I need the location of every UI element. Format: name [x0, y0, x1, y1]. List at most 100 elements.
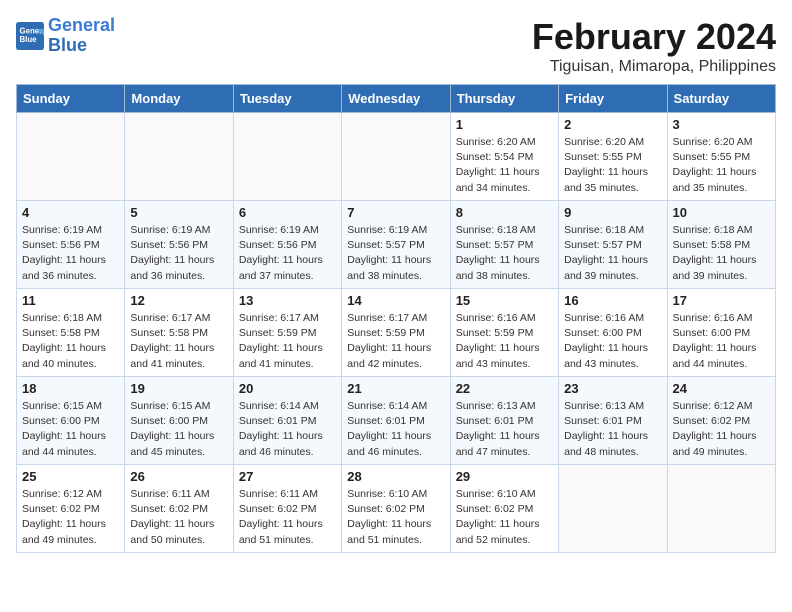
calendar-cell: 17 Sunrise: 6:16 AMSunset: 6:00 PMDayligh… [667, 289, 775, 377]
day-info: Sunrise: 6:12 AMSunset: 6:02 PMDaylight:… [22, 487, 119, 548]
day-info: Sunrise: 6:18 AMSunset: 5:57 PMDaylight:… [456, 223, 553, 284]
calendar-cell: 24 Sunrise: 6:12 AMSunset: 6:02 PMDayligh… [667, 377, 775, 465]
day-number: 13 [239, 293, 336, 308]
day-header-tuesday: Tuesday [233, 85, 341, 113]
calendar-cell [667, 465, 775, 553]
logo-text: General Blue [48, 16, 115, 56]
calendar-cell: 12 Sunrise: 6:17 AMSunset: 5:58 PMDayligh… [125, 289, 233, 377]
calendar-cell: 5 Sunrise: 6:19 AMSunset: 5:56 PMDaylight… [125, 201, 233, 289]
day-number: 4 [22, 205, 119, 220]
day-header-wednesday: Wednesday [342, 85, 450, 113]
day-number: 3 [673, 117, 770, 132]
calendar-cell: 18 Sunrise: 6:15 AMSunset: 6:00 PMDayligh… [17, 377, 125, 465]
calendar-cell [125, 113, 233, 201]
calendar-cell: 11 Sunrise: 6:18 AMSunset: 5:58 PMDayligh… [17, 289, 125, 377]
day-number: 11 [22, 293, 119, 308]
calendar-cell [233, 113, 341, 201]
calendar-cell: 19 Sunrise: 6:15 AMSunset: 6:00 PMDayligh… [125, 377, 233, 465]
svg-text:Blue: Blue [20, 35, 38, 44]
day-number: 29 [456, 469, 553, 484]
calendar-cell: 28 Sunrise: 6:10 AMSunset: 6:02 PMDayligh… [342, 465, 450, 553]
calendar-cell: 2 Sunrise: 6:20 AMSunset: 5:55 PMDaylight… [559, 113, 667, 201]
day-number: 2 [564, 117, 661, 132]
day-info: Sunrise: 6:10 AMSunset: 6:02 PMDaylight:… [456, 487, 553, 548]
day-info: Sunrise: 6:17 AMSunset: 5:58 PMDaylight:… [130, 311, 227, 372]
day-info: Sunrise: 6:20 AMSunset: 5:54 PMDaylight:… [456, 135, 553, 196]
calendar-cell [342, 113, 450, 201]
day-info: Sunrise: 6:16 AMSunset: 6:00 PMDaylight:… [673, 311, 770, 372]
calendar-cell [559, 465, 667, 553]
calendar-cell: 29 Sunrise: 6:10 AMSunset: 6:02 PMDayligh… [450, 465, 558, 553]
day-info: Sunrise: 6:16 AMSunset: 5:59 PMDaylight:… [456, 311, 553, 372]
day-header-sunday: Sunday [17, 85, 125, 113]
calendar-cell: 13 Sunrise: 6:17 AMSunset: 5:59 PMDayligh… [233, 289, 341, 377]
day-number: 9 [564, 205, 661, 220]
title-area: February 2024 Tiguisan, Mimaropa, Philip… [532, 16, 776, 76]
day-number: 17 [673, 293, 770, 308]
calendar-cell: 21 Sunrise: 6:14 AMSunset: 6:01 PMDayligh… [342, 377, 450, 465]
day-info: Sunrise: 6:12 AMSunset: 6:02 PMDaylight:… [673, 399, 770, 460]
day-info: Sunrise: 6:14 AMSunset: 6:01 PMDaylight:… [347, 399, 444, 460]
day-number: 21 [347, 381, 444, 396]
day-info: Sunrise: 6:19 AMSunset: 5:56 PMDaylight:… [130, 223, 227, 284]
day-header-monday: Monday [125, 85, 233, 113]
day-number: 12 [130, 293, 227, 308]
calendar-title: February 2024 [532, 16, 776, 58]
day-number: 19 [130, 381, 227, 396]
calendar-cell: 23Sunrise: 6:13 AMSunset: 6:01 PMDayligh… [559, 377, 667, 465]
day-number: 8 [456, 205, 553, 220]
day-header-friday: Friday [559, 85, 667, 113]
calendar-cell: 25 Sunrise: 6:12 AMSunset: 6:02 PMDayligh… [17, 465, 125, 553]
day-header-saturday: Saturday [667, 85, 775, 113]
calendar-cell: 27Sunrise: 6:11 AMSunset: 6:02 PMDayligh… [233, 465, 341, 553]
day-info: Sunrise: 6:13 AMSunset: 6:01 PMDaylight:… [564, 399, 661, 460]
day-number: 6 [239, 205, 336, 220]
calendar-cell: 26 Sunrise: 6:11 AMSunset: 6:02 PMDayligh… [125, 465, 233, 553]
day-info: Sunrise: 6:20 AMSunset: 5:55 PMDaylight:… [564, 135, 661, 196]
day-number: 26 [130, 469, 227, 484]
day-info: Sunrise: 6:15 AMSunset: 6:00 PMDaylight:… [22, 399, 119, 460]
day-number: 14 [347, 293, 444, 308]
logo-icon: General Blue [16, 22, 44, 50]
day-number: 1 [456, 117, 553, 132]
day-info: Sunrise: 6:20 AMSunset: 5:55 PMDaylight:… [673, 135, 770, 196]
day-info: Sunrise: 6:19 AMSunset: 5:57 PMDaylight:… [347, 223, 444, 284]
day-number: 20 [239, 381, 336, 396]
day-info: Sunrise: 6:10 AMSunset: 6:02 PMDaylight:… [347, 487, 444, 548]
calendar-subtitle: Tiguisan, Mimaropa, Philippines [532, 58, 776, 76]
day-number: 16 [564, 293, 661, 308]
day-info: Sunrise: 6:11 AMSunset: 6:02 PMDaylight:… [130, 487, 227, 548]
day-info: Sunrise: 6:18 AMSunset: 5:58 PMDaylight:… [22, 311, 119, 372]
day-info: Sunrise: 6:13 AMSunset: 6:01 PMDaylight:… [456, 399, 553, 460]
day-header-thursday: Thursday [450, 85, 558, 113]
day-info: Sunrise: 6:16 AMSunset: 6:00 PMDaylight:… [564, 311, 661, 372]
day-info: Sunrise: 6:15 AMSunset: 6:00 PMDaylight:… [130, 399, 227, 460]
calendar-cell: 9Sunrise: 6:18 AMSunset: 5:57 PMDaylight… [559, 201, 667, 289]
day-info: Sunrise: 6:18 AMSunset: 5:58 PMDaylight:… [673, 223, 770, 284]
calendar-cell: 15Sunrise: 6:16 AMSunset: 5:59 PMDayligh… [450, 289, 558, 377]
calendar-cell [17, 113, 125, 201]
calendar-cell: 7Sunrise: 6:19 AMSunset: 5:57 PMDaylight… [342, 201, 450, 289]
calendar-cell: 20 Sunrise: 6:14 AMSunset: 6:01 PMDayligh… [233, 377, 341, 465]
day-number: 25 [22, 469, 119, 484]
day-info: Sunrise: 6:14 AMSunset: 6:01 PMDaylight:… [239, 399, 336, 460]
header: General Blue General Blue February 2024 … [16, 16, 776, 76]
day-number: 22 [456, 381, 553, 396]
day-info: Sunrise: 6:19 AMSunset: 5:56 PMDaylight:… [239, 223, 336, 284]
day-number: 28 [347, 469, 444, 484]
calendar-cell: 1 Sunrise: 6:20 AMSunset: 5:54 PMDaylight… [450, 113, 558, 201]
day-info: Sunrise: 6:19 AMSunset: 5:56 PMDaylight:… [22, 223, 119, 284]
day-number: 27 [239, 469, 336, 484]
logo: General Blue General Blue [16, 16, 115, 56]
day-number: 5 [130, 205, 227, 220]
calendar-cell: 16 Sunrise: 6:16 AMSunset: 6:00 PMDayligh… [559, 289, 667, 377]
day-info: Sunrise: 6:17 AMSunset: 5:59 PMDaylight:… [239, 311, 336, 372]
day-number: 18 [22, 381, 119, 396]
day-number: 24 [673, 381, 770, 396]
calendar-table: SundayMondayTuesdayWednesdayThursdayFrid… [16, 84, 776, 553]
calendar-cell: 6 Sunrise: 6:19 AMSunset: 5:56 PMDaylight… [233, 201, 341, 289]
calendar-cell: 8 Sunrise: 6:18 AMSunset: 5:57 PMDaylight… [450, 201, 558, 289]
day-number: 10 [673, 205, 770, 220]
calendar-cell: 4 Sunrise: 6:19 AMSunset: 5:56 PMDaylight… [17, 201, 125, 289]
calendar-cell: 10 Sunrise: 6:18 AMSunset: 5:58 PMDayligh… [667, 201, 775, 289]
